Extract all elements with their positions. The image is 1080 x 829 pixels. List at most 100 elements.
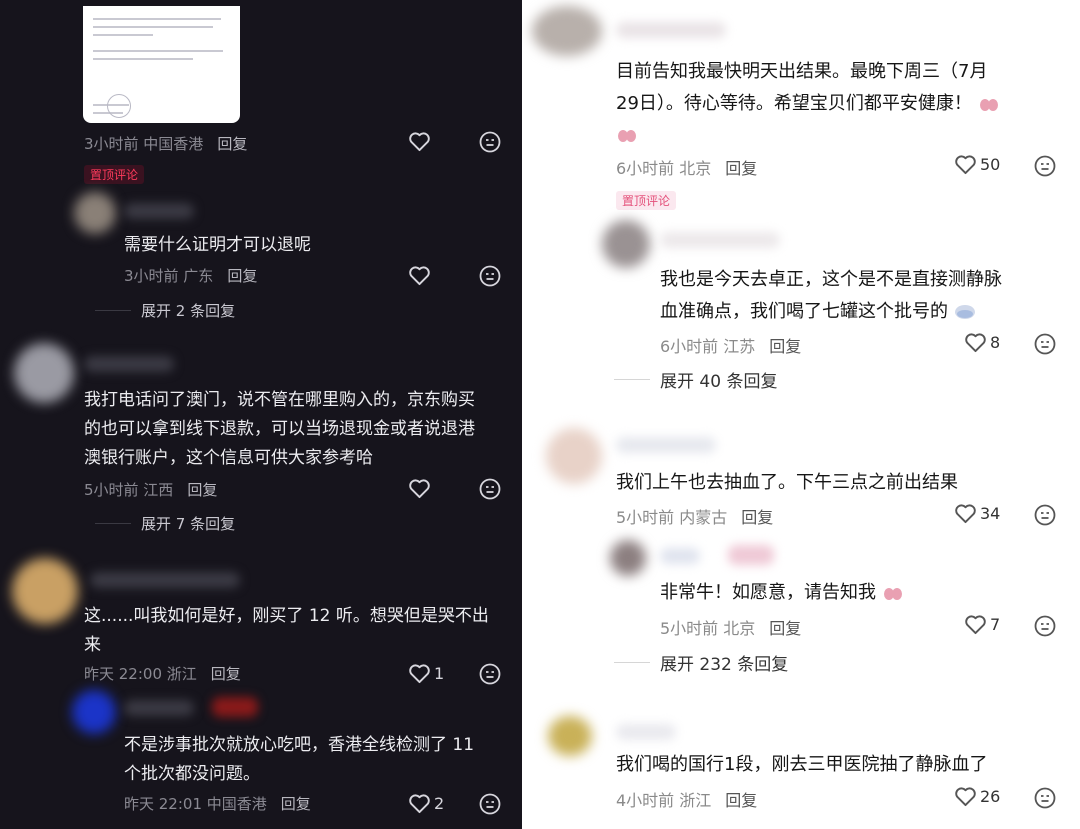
avatar[interactable]	[602, 220, 650, 268]
pinned-comment-badge: 置顶评论	[84, 165, 145, 184]
reply-button[interactable]: 回复	[211, 665, 241, 683]
emoji-button[interactable]	[1034, 787, 1056, 809]
avatar[interactable]	[74, 192, 116, 234]
comment-time-location: 3小时前 广东	[124, 267, 214, 285]
like-button[interactable]: 7	[964, 614, 1000, 635]
reply-button[interactable]: 回复	[227, 267, 257, 285]
emoji-button[interactable]	[1034, 155, 1056, 177]
expand-replies-label: 展开 40 条回复	[660, 372, 778, 392]
heart-icon	[955, 155, 976, 175]
expand-replies-label: 展开 232 条回复	[660, 655, 789, 675]
comment-meta: 5小时前 内蒙古 回复	[616, 504, 773, 528]
avatar[interactable]	[610, 540, 646, 576]
expand-replies-label: 展开 2 条回复	[141, 302, 236, 320]
like-button[interactable]: 1	[408, 663, 444, 684]
right-screenshot: 目前告知我最快明天出结果。最晚下周三（7月 29日）。待心等待。希望宝贝们都平安…	[522, 0, 1080, 829]
username[interactable]	[124, 700, 194, 716]
reply-button[interactable]: 回复	[281, 795, 311, 813]
avatar[interactable]	[14, 343, 74, 403]
avatar[interactable]	[12, 558, 78, 624]
emoji-face-icon	[1034, 333, 1056, 355]
reply-button[interactable]: 回复	[187, 481, 217, 499]
comment-text: 我们上午也去抽血了。下午三点之前出结果	[616, 472, 958, 493]
username[interactable]	[616, 724, 676, 740]
emoji-button[interactable]	[1034, 615, 1056, 637]
emoji-face-icon	[479, 131, 501, 153]
comment-text-line: 血准确点，我们喝了七罐这个批号的	[660, 296, 976, 328]
reply-button[interactable]: 回复	[769, 619, 801, 638]
username[interactable]	[660, 548, 700, 564]
comment-meta: 6小时前 北京 回复	[616, 155, 757, 179]
expand-replies-button[interactable]: 展开 2 条回复	[95, 300, 235, 321]
comment-meta: 3小时前 广东 回复	[124, 265, 257, 286]
emoji-button[interactable]	[479, 793, 501, 815]
comment-meta: 5小时前 江西 回复	[84, 479, 217, 500]
comment-time-location: 5小时前 北京	[660, 619, 756, 638]
praying-hands-emoji-icon	[883, 588, 902, 600]
username[interactable]	[124, 203, 194, 219]
emoji-button[interactable]	[479, 478, 501, 500]
pinned-comment-badge: 置顶评论	[616, 191, 677, 210]
avatar[interactable]	[532, 6, 602, 56]
comment-meta: 4小时前 浙江 回复	[616, 787, 757, 811]
like-button[interactable]	[408, 478, 431, 499]
comment-text: 需要什么证明才可以退呢	[124, 235, 311, 255]
crying-face-emoji-icon	[954, 305, 975, 319]
like-button[interactable]: 50	[954, 154, 1000, 175]
username[interactable]	[84, 356, 174, 372]
comment-meta: 昨天 22:00 浙江 回复	[84, 663, 241, 684]
username[interactable]	[616, 22, 726, 38]
like-button[interactable]: 8	[964, 332, 1000, 353]
username[interactable]	[90, 572, 240, 588]
emoji-button[interactable]	[479, 265, 501, 287]
expand-replies-button[interactable]: 展开 7 条回复	[95, 513, 235, 534]
comment-text-line: 来	[84, 635, 101, 655]
comment-text-line: 我打电话问了澳门，说不管在哪里购入的，京东购买	[84, 390, 475, 410]
comment-text-segment: 血准确点，我们喝了七罐这个批号的	[660, 301, 948, 322]
expand-replies-button[interactable]: 展开 40 条回复	[614, 367, 777, 392]
attached-document-image[interactable]	[83, 6, 240, 123]
like-count: 50	[980, 155, 1001, 174]
reply-button[interactable]: 回复	[725, 791, 757, 810]
praying-hands-emoji-icon	[979, 99, 998, 111]
emoji-face-icon	[479, 265, 501, 287]
like-button[interactable]	[408, 131, 431, 152]
heart-icon	[409, 132, 430, 152]
like-button[interactable]: 34	[954, 503, 1000, 524]
comment-time-location: 3小时前 中国香港	[84, 135, 204, 153]
reply-button[interactable]: 回复	[769, 337, 801, 356]
heart-icon	[409, 794, 430, 814]
comment-time-location: 6小时前 江苏	[660, 337, 756, 356]
reply-button[interactable]: 回复	[217, 135, 247, 153]
like-button[interactable]: 26	[954, 786, 1000, 807]
heart-icon	[955, 787, 976, 807]
username[interactable]	[660, 232, 780, 248]
divider	[95, 310, 131, 311]
emoji-button[interactable]	[479, 663, 501, 685]
avatar[interactable]	[546, 428, 602, 484]
like-button[interactable]: 2	[408, 793, 444, 814]
emoji-button[interactable]	[479, 131, 501, 153]
username[interactable]	[616, 437, 716, 453]
emoji-button[interactable]	[1034, 333, 1056, 355]
divider	[95, 523, 131, 524]
comment-meta: 6小时前 江苏 回复	[660, 333, 801, 357]
like-count: 7	[990, 615, 1001, 634]
comment-time-location: 昨天 22:00 浙江	[84, 665, 197, 683]
comment-time-location: 5小时前 江西	[84, 481, 174, 499]
comment-text-line: 29日）。待心等待。希望宝贝们都平安健康！	[616, 88, 1000, 120]
emoji-button[interactable]	[1034, 504, 1056, 526]
divider	[614, 662, 650, 663]
like-count: 8	[990, 333, 1001, 352]
emoji-face-icon	[1034, 787, 1056, 809]
reply-button[interactable]: 回复	[725, 159, 757, 178]
expand-replies-button[interactable]: 展开 232 条回复	[614, 650, 788, 675]
avatar[interactable]	[72, 690, 116, 734]
expand-replies-label: 展开 7 条回复	[141, 515, 236, 533]
reply-button[interactable]: 回复	[741, 508, 773, 527]
emoji-face-icon	[479, 793, 501, 815]
like-button[interactable]	[408, 265, 431, 286]
avatar[interactable]	[548, 716, 592, 756]
emoji-face-icon	[1034, 615, 1056, 637]
comment-text-line: 澳银行账户，这个信息可供大家参考哈	[84, 448, 373, 468]
